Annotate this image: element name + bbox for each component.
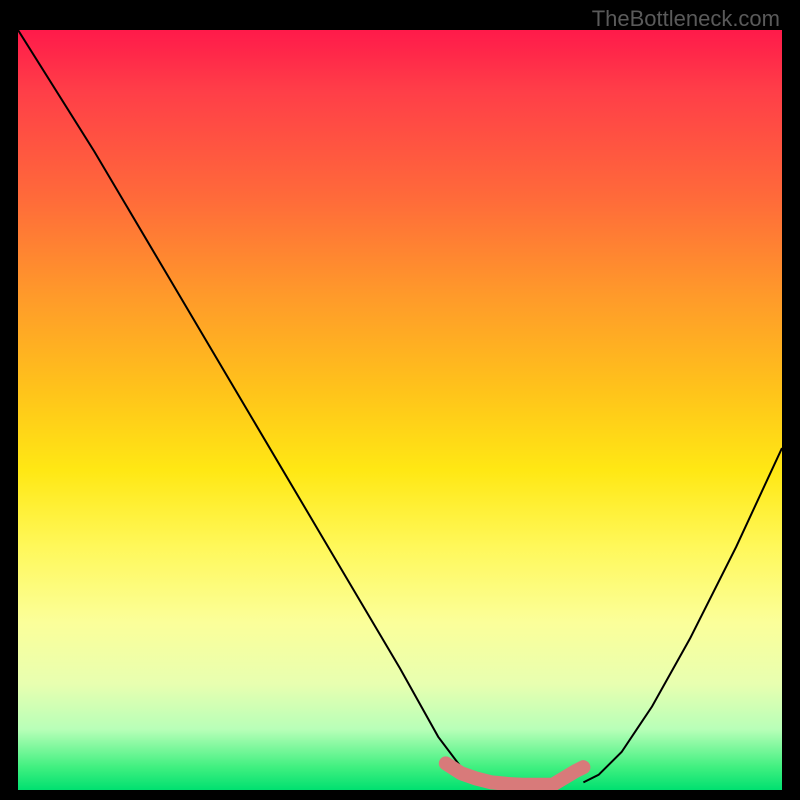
chart-background-gradient <box>18 30 782 790</box>
plateau-points-line <box>446 763 584 784</box>
left-curve-line <box>18 30 522 786</box>
chart-svg <box>18 30 782 790</box>
right-curve-line <box>583 448 782 782</box>
watermark-text: TheBottleneck.com <box>592 6 780 32</box>
